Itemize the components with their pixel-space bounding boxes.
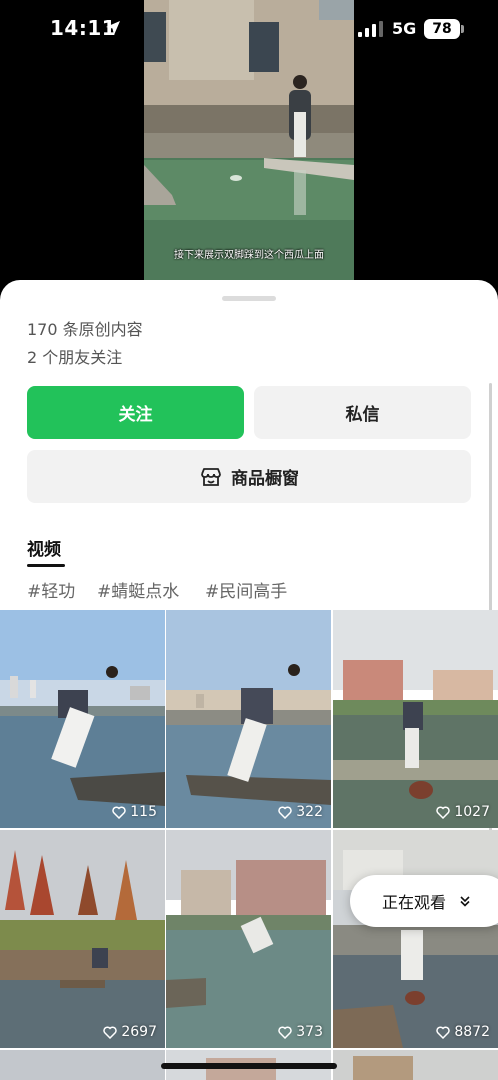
video-thumbnail[interactable]: 2697 (0, 830, 165, 1048)
tab-video[interactable]: 视频 (27, 535, 61, 560)
tab-active-indicator (27, 564, 65, 567)
heart-icon (278, 805, 292, 819)
thumbnail-image (0, 610, 165, 828)
like-count-value: 8872 (454, 1024, 490, 1040)
shop-icon (201, 467, 221, 486)
like-count: 373 (278, 1024, 323, 1040)
profile-sheet: 170 条原创内容 2 个朋友关注 关注 私信 商品橱窗 视频 #轻功 #蜻蜓点… (0, 280, 498, 1080)
shop-window-button[interactable]: 商品橱窗 (27, 450, 471, 503)
video-caption: 接下来展示双脚踩到这个西瓜上面 (174, 250, 324, 261)
heart-icon (436, 1025, 451, 1039)
network-type: 5G (392, 19, 417, 38)
friends-following-count: 2 个朋友关注 (27, 348, 123, 367)
thumbnail-image (333, 1050, 498, 1080)
like-count-value: 115 (130, 804, 157, 820)
heart-icon (112, 805, 126, 819)
original-content-count: 170 条原创内容 (27, 320, 143, 339)
thumbnail-image (333, 610, 498, 828)
status-bar: 14:11 5G 78 (0, 0, 498, 60)
thumbnail-image (166, 610, 331, 828)
message-button[interactable]: 私信 (254, 386, 471, 439)
video-thumbnail[interactable]: 322 (166, 610, 331, 828)
video-thumbnail[interactable]: 8872 (333, 830, 498, 1048)
drag-handle[interactable] (222, 296, 276, 301)
like-count: 322 (278, 804, 323, 820)
location-arrow-icon (106, 21, 120, 35)
like-count-value: 2697 (121, 1024, 157, 1040)
like-count-value: 322 (296, 804, 323, 820)
heart-icon (103, 1025, 118, 1039)
now-watching-label: 正在观看 (382, 893, 447, 912)
message-button-label: 私信 (345, 405, 380, 425)
like-count: 2697 (103, 1024, 157, 1040)
double-chevron-down-icon (460, 896, 470, 907)
thumbnail-image (0, 830, 165, 1048)
screen: 14:11 5G 78 接下来展示双脚踩到这个西瓜上面 170 条原创内容 2 … (0, 0, 498, 1080)
thumbnail-image (166, 830, 331, 1048)
video-thumbnail[interactable]: 1027 (333, 610, 498, 828)
hashtag-qingting-dianshui[interactable]: #蜻蜓点水 (97, 577, 179, 602)
battery-tip (461, 25, 464, 33)
like-count-value: 373 (296, 1024, 323, 1040)
thumbnail-image (0, 1050, 165, 1080)
like-count-value: 1027 (454, 804, 490, 820)
video-thumbnail[interactable] (333, 1050, 498, 1080)
like-count: 1027 (436, 804, 490, 820)
shop-window-label: 商品橱窗 (231, 469, 299, 489)
follow-button[interactable]: 关注 (27, 386, 244, 439)
heart-icon (278, 1025, 292, 1039)
follow-button-label: 关注 (118, 405, 153, 425)
like-count: 8872 (436, 1024, 490, 1040)
video-thumbnail[interactable]: 115 (0, 610, 165, 828)
signal-icon (358, 21, 383, 37)
battery-indicator: 78 (424, 19, 460, 39)
video-thumbnail[interactable] (0, 1050, 165, 1080)
hashtag-minjian-gaoshou[interactable]: #民间高手 (205, 577, 287, 602)
home-indicator[interactable] (161, 1063, 337, 1069)
video-thumbnail[interactable]: 373 (166, 830, 331, 1048)
heart-icon (436, 805, 451, 819)
like-count: 115 (112, 804, 157, 820)
now-watching-button[interactable]: 正在观看 (350, 875, 498, 927)
thumbnail-image (333, 830, 498, 1048)
hashtag-qinggong[interactable]: #轻功 (27, 577, 75, 602)
